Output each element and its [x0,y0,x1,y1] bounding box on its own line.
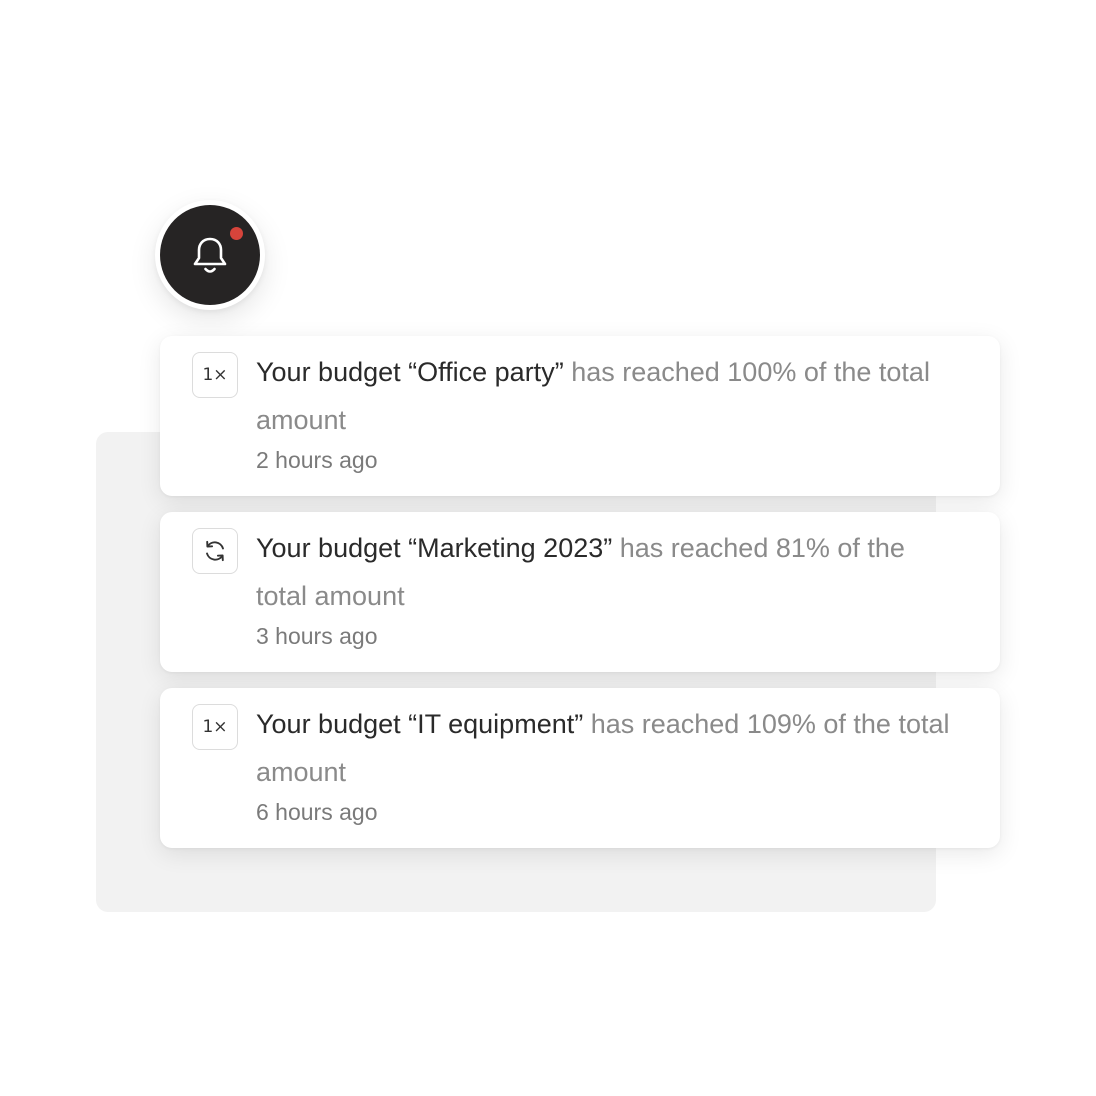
notification-item[interactable]: 1× Your budget “IT equipment” has reache… [160,688,1000,848]
type-badge-label: 1× [202,365,228,385]
notification-time: 3 hours ago [256,623,378,649]
notifications-button-face [160,205,260,305]
one-time-icon: 1× [192,352,238,398]
notification-item[interactable]: Your budget “Marketing 2023” has reached… [160,512,1000,672]
bell-icon [193,237,227,273]
notification-message: Your budget “Marketing 2023” has reached… [256,524,956,620]
notification-title: Your budget “Marketing 2023” [256,533,613,563]
notification-title: Your budget “IT equipment” [256,709,584,739]
type-badge-label: 1× [202,717,228,737]
notification-message: Your budget “Office party” has reached 1… [256,348,956,444]
refresh-icon [206,540,224,562]
notification-message: Your budget “IT equipment” has reached 1… [256,700,956,796]
notification-body: Your budget “Marketing 2023” has reached… [256,524,956,650]
notifications-button[interactable] [155,200,265,310]
notification-title: Your budget “Office party” [256,357,564,387]
one-time-icon: 1× [192,704,238,750]
notification-time: 6 hours ago [256,799,378,825]
notification-body: Your budget “IT equipment” has reached 1… [256,700,956,826]
recurring-icon [192,528,238,574]
notification-item[interactable]: 1× Your budget “Office party” has reache… [160,336,1000,496]
unread-indicator-dot [230,227,243,240]
notification-list: 1× Your budget “Office party” has reache… [160,336,1000,864]
notification-time: 2 hours ago [256,447,378,473]
notification-body: Your budget “Office party” has reached 1… [256,348,956,474]
